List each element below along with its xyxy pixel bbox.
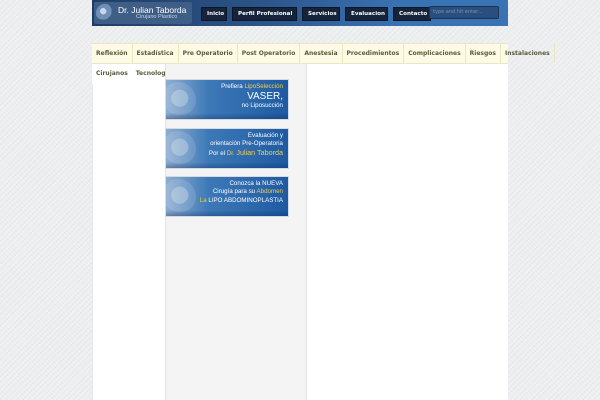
banner-highlight: LipoSelección	[244, 83, 283, 90]
logo-name: Dr. Julian Taborda	[118, 4, 187, 15]
banner-text: Conozca la NUEVA	[229, 180, 283, 187]
nav-contacto[interactable]: Contacto	[393, 7, 431, 21]
menu-item-procedimientos[interactable]: Procedimientos	[343, 44, 405, 63]
banner-evaluacion-text: Evaluación y orientación Pre-Operatoria …	[209, 132, 283, 158]
menu-item-pre-operatorio[interactable]: Pre Operatorio	[179, 44, 238, 63]
banner-highlight: Dr.	[226, 149, 237, 157]
menu-item-reflexion[interactable]: Reflexión	[92, 44, 133, 63]
banner-lipo-text: Conozca la NUEVA Cirugía para su Abdomen…	[200, 180, 283, 205]
banner-vaser[interactable]: Prefiera LipoSelección VASER, no Liposuc…	[166, 80, 288, 119]
site-logo[interactable]: Dr. Julian Taborda Cirujano Plastico	[94, 2, 192, 24]
banner-text: Evaluación y	[247, 132, 283, 139]
left-column-divider	[92, 84, 93, 400]
nav-perfil-profesional[interactable]: Perfil Profesional	[232, 7, 297, 21]
top-nav: Inicio Perfil Profesional Servicios Eval…	[201, 7, 431, 21]
banner-evaluacion[interactable]: Evaluación y orientación Pre-Operatoria …	[166, 129, 288, 168]
logo-mark-icon	[96, 4, 114, 22]
nav-servicios[interactable]: Servicios	[302, 7, 340, 21]
banner-headline: VASER,	[247, 91, 283, 103]
menu-item-riesgos[interactable]: Riesgos	[466, 44, 501, 63]
banner-text: Por el	[208, 149, 227, 157]
menu-item-complicaciones[interactable]: Complicaciones	[404, 44, 466, 63]
banner-text: Cirugía para su	[212, 188, 257, 196]
nav-evaluacion[interactable]: Evaluacion	[345, 7, 388, 21]
menu-item-estadistica[interactable]: Estadística	[133, 44, 179, 63]
logo-subtitle: Cirujano Plastico	[136, 14, 178, 20]
banner-text: no Liposucción	[241, 102, 283, 110]
main-menu: Reflexión Estadística Pre Operatorio Pos…	[92, 43, 555, 64]
menu-item-post-operatorio[interactable]: Post Operatorio	[238, 44, 301, 63]
banner-highlight: Julian Taborda	[236, 147, 283, 157]
banner-lipoabdominoplastia[interactable]: Conozca la NUEVA Cirugía para su Abdomen…	[166, 177, 288, 216]
search-input[interactable]: type and hit enter...	[429, 6, 499, 19]
menu-item-cirujanos[interactable]: Cirujanos	[92, 64, 132, 84]
content-area: Cirujanos Tecnología Prefiera LipoSelecc…	[92, 64, 508, 400]
menu-item-instalaciones[interactable]: Instalaciones	[501, 44, 555, 63]
site-header: Dr. Julian Taborda Cirujano Plastico Ini…	[92, 0, 508, 26]
banner-text: LIPO ABDOMINOPLASTIA	[208, 196, 283, 204]
banner-text: Prefiera	[221, 83, 245, 90]
menu-item-anestesia[interactable]: Anestesia	[300, 44, 343, 63]
nav-inicio[interactable]: Inicio	[201, 7, 227, 21]
sub-menu: Cirujanos Tecnología	[92, 64, 172, 84]
banner-highlight: Abdomen	[256, 188, 284, 196]
logo-text: Dr. Julian Taborda Cirujano Plastico	[118, 4, 187, 21]
banner-vaser-text: Prefiera LipoSelección VASER, no Liposuc…	[221, 83, 283, 111]
